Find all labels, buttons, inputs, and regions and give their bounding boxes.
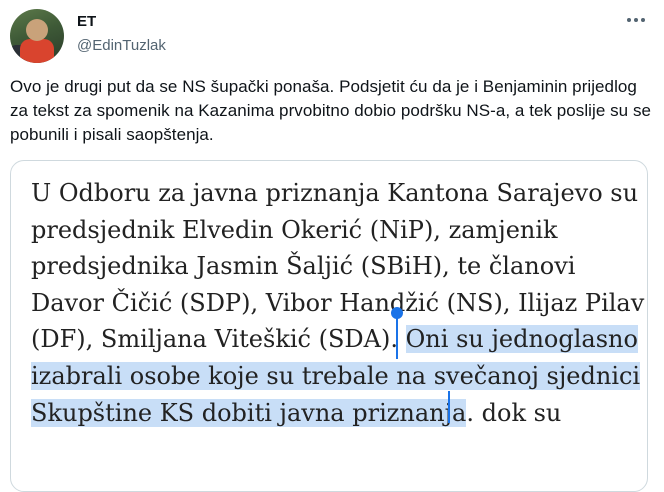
avatar-head-shape [26, 19, 48, 41]
article-line-3: predsjednika Jasmin Šaljić (SBiH), te čl… [31, 248, 641, 285]
more-options-button[interactable] [622, 8, 650, 32]
article-line-2: predsjednik Elvedin Okerić (NiP), zamjen… [31, 212, 641, 249]
author-handle[interactable]: @EdinTuzlak [77, 37, 166, 54]
tweet-text: Ovo je drugi put da se NS šupački ponaša… [10, 77, 651, 144]
avatar-jacket-shape [20, 39, 54, 63]
article-line-6: izabrali osobe koje su trebale na svečan… [31, 358, 641, 395]
selected-text: Oni su jednoglasno [405, 325, 638, 354]
article-text: predsjednika Jasmin Šaljić (SBiH), te čl… [31, 252, 576, 281]
more-horizontal-icon [627, 18, 631, 22]
article-text: . dok su [466, 398, 562, 427]
article-text: predsjednik Elvedin Okerić (NiP), zamjen… [31, 215, 558, 244]
selection-end-caret [448, 391, 450, 423]
article-text: Davor Čičić (SDP), Vibor Handžić (NS), I… [31, 288, 645, 317]
article-line-4: Davor Čičić (SDP), Vibor Handžić (NS), I… [31, 285, 645, 322]
selected-text: Skupštine KS dobiti javna priznanja [31, 398, 467, 427]
tweet-media-image[interactable]: U Odboru za javna priznanja Kantona Sara… [10, 160, 648, 492]
article-text: (DF), Smiljana Viteškić (SDA). [31, 325, 406, 354]
article-line-7: Skupštine KS dobiti javna priznanja. dok… [31, 395, 641, 432]
author-name[interactable]: ET [77, 13, 96, 30]
article-line-1: U Odboru za javna priznanja Kantona Sara… [31, 175, 641, 212]
more-horizontal-icon [634, 18, 638, 22]
more-horizontal-icon [641, 18, 645, 22]
article-screenshot-text: U Odboru za javna priznanja Kantona Sara… [31, 175, 645, 432]
article-line-5: (DF), Smiljana Viteškić (SDA). Oni su je… [31, 321, 641, 358]
article-text: U Odboru za javna priznanja Kantona Sara… [31, 179, 639, 207]
selected-text: izabrali osobe koje su trebale na svečan… [31, 361, 641, 390]
tweet[interactable]: ET @EdinTuzlak Ovo je drugi put da se NS… [0, 0, 664, 492]
selection-handle-knob-icon [391, 307, 403, 319]
user-avatar[interactable] [10, 9, 64, 63]
